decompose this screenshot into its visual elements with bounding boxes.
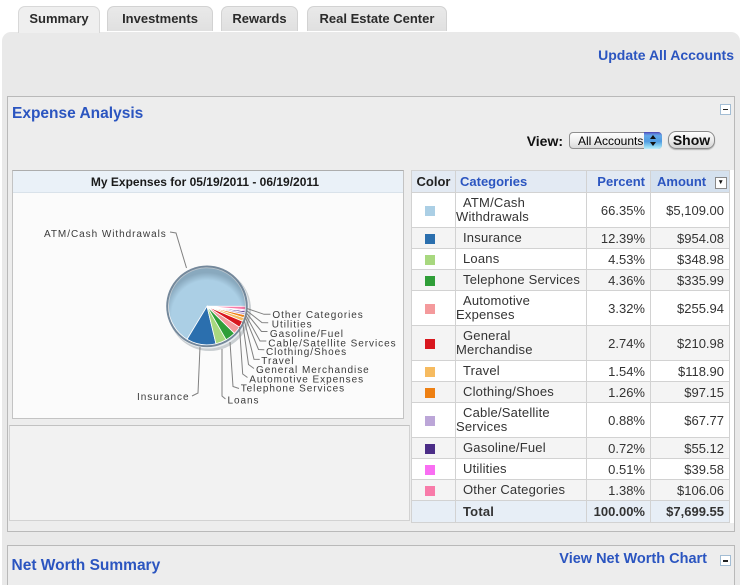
svg-text:Insurance: Insurance (137, 392, 189, 403)
svg-text:Telephone Services: Telephone Services (241, 384, 345, 395)
svg-text:ATM/Cash Withdrawals: ATM/Cash Withdrawals (44, 229, 167, 240)
svg-text:Loans: Loans (228, 396, 260, 407)
